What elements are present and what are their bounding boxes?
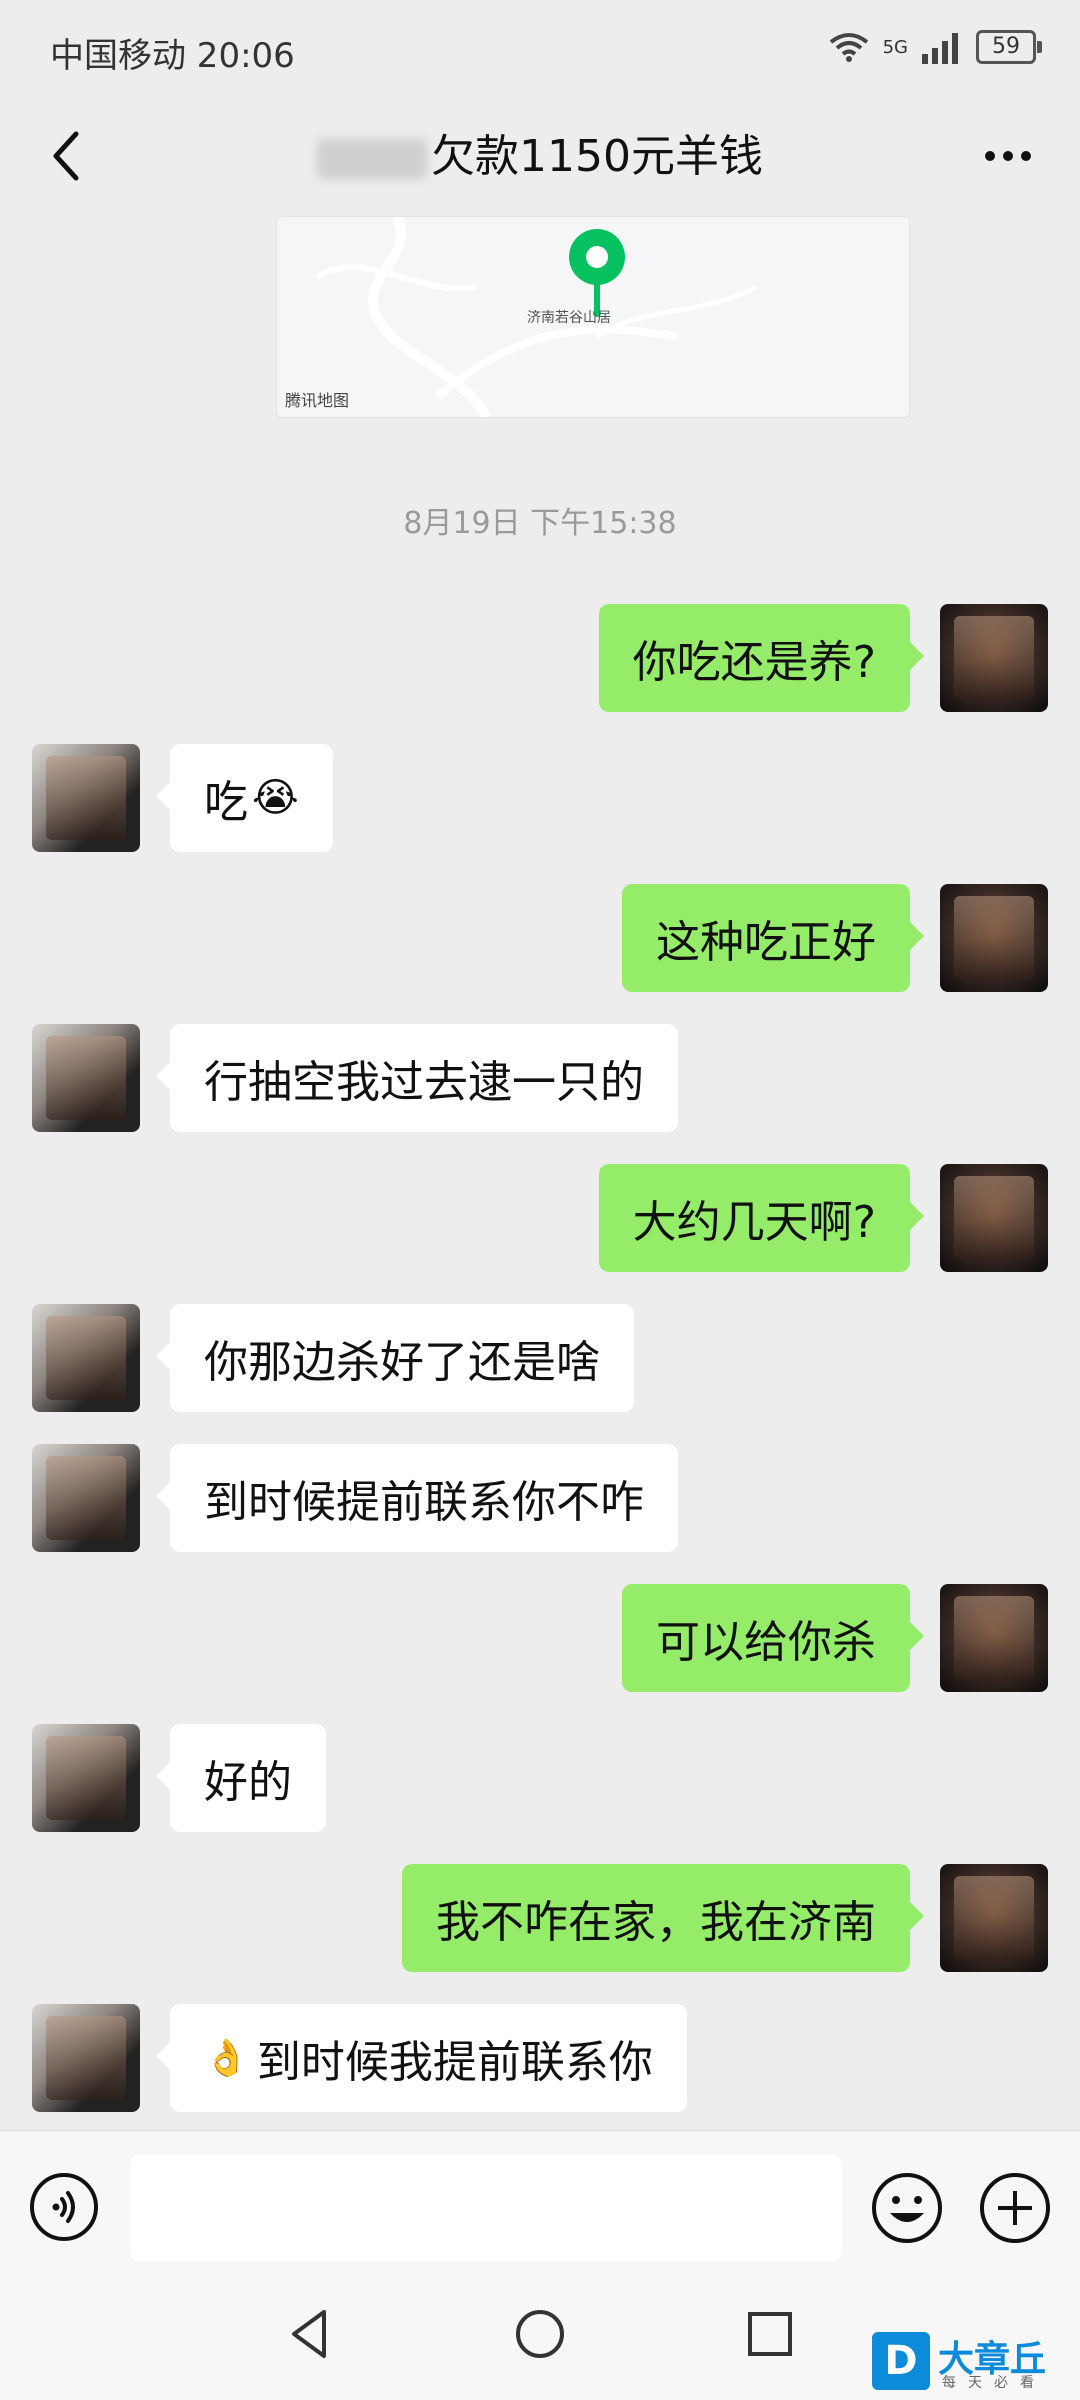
watermark-logo: D 大章丘 每天必看 — [872, 2328, 1072, 2394]
location-map-card[interactable]: 济南若谷山居 腾讯地图 — [276, 216, 910, 418]
received-message-bubble[interactable]: 到时候提前联系你不咋 — [156, 1444, 678, 1552]
received-message-bubble[interactable]: 好的 — [156, 1724, 326, 1832]
message-input[interactable] — [130, 2155, 842, 2261]
emoji-icon[interactable] — [870, 2171, 944, 2245]
network-type: 5G — [882, 36, 908, 58]
my-avatar[interactable] — [940, 1164, 1048, 1272]
received-message-bubble[interactable]: 你那边杀好了还是啥 — [156, 1304, 634, 1412]
received-message-bubble[interactable]: 行抽空我过去逮一只的 — [156, 1024, 678, 1132]
contact-avatar[interactable] — [32, 1024, 140, 1132]
sent-message-bubble[interactable]: 可以给你杀 — [622, 1584, 924, 1692]
nav-back-icon[interactable] — [280, 2304, 340, 2364]
nav-home-icon[interactable] — [510, 2304, 570, 2364]
watermark-subtitle: 每天必看 — [942, 2375, 1046, 2391]
contact-avatar[interactable] — [32, 1444, 140, 1552]
my-avatar[interactable] — [940, 1864, 1048, 1972]
contact-avatar[interactable] — [32, 744, 140, 852]
contact-avatar[interactable] — [32, 2004, 140, 2112]
sent-message-bubble[interactable]: 我不咋在家，我在济南 — [402, 1864, 924, 1972]
battery-icon: 59 — [976, 30, 1042, 64]
input-bar — [0, 2130, 1080, 2281]
chat-timestamp: 8月19日 下午15:38 — [403, 506, 677, 541]
nav-recent-apps-icon[interactable] — [740, 2304, 800, 2364]
my-avatar[interactable] — [940, 1584, 1048, 1692]
sent-message-bubble[interactable]: 这种吃正好 — [622, 884, 924, 992]
my-avatar[interactable] — [940, 884, 1048, 992]
map-provider-label: 腾讯地图 — [285, 391, 350, 410]
ok-hand-emoji: 👌 — [204, 2038, 249, 2079]
chat-area: 济南若谷山居 腾讯地图 8月19日 下午15:38 你吃还是养? 吃 😭 这种吃… — [0, 216, 1080, 2130]
system-nav-bar: D 大章丘 每天必看 — [0, 2280, 1080, 2400]
contact-avatar[interactable] — [32, 1304, 140, 1412]
blurred-name — [317, 139, 427, 179]
contact-avatar[interactable] — [32, 1724, 140, 1832]
voice-input-icon[interactable] — [28, 2171, 100, 2243]
my-avatar[interactable] — [940, 604, 1048, 712]
received-message-bubble[interactable]: 👌 到时候我提前联系你 — [156, 2004, 687, 2112]
status-bar: 中国移动 20:06 5G 59 — [0, 0, 1080, 96]
received-message-bubble[interactable]: 吃 😭 — [156, 744, 333, 852]
wifi-icon — [829, 33, 868, 62]
carrier-time: 中国移动 20:06 — [50, 36, 295, 76]
sent-message-bubble[interactable]: 你吃还是养? — [598, 604, 925, 712]
more-options-icon[interactable] — [976, 124, 1040, 188]
chat-title: 欠款1150元羊钱 — [0, 120, 1080, 184]
sent-message-bubble[interactable]: 大约几天啊? — [598, 1164, 925, 1272]
plus-icon[interactable] — [978, 2171, 1052, 2245]
crying-emoji: 😭 — [252, 775, 299, 821]
chat-header: 欠款1150元羊钱 — [0, 96, 1080, 216]
status-icons: 5G 59 — [827, 30, 1042, 64]
signal-icon — [922, 33, 958, 64]
map-place-label: 济南若谷山居 — [527, 310, 611, 326]
watermark-icon: D — [872, 2332, 930, 2390]
map-pin-icon — [569, 229, 625, 317]
